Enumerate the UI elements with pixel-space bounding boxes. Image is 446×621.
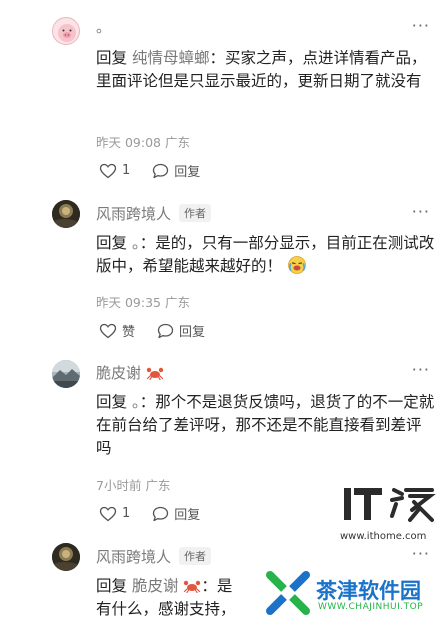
reply-button[interactable]: 回复 [152, 161, 200, 180]
comment-author: 脆皮谢 [96, 362, 164, 383]
author-name[interactable]: 脆皮谢 [96, 364, 141, 382]
heart-icon [99, 323, 117, 338]
author-name[interactable]: 风雨跨境人 [96, 548, 171, 566]
chajin-logo-icon [266, 571, 310, 615]
comment-body: 回复 纯情母蟑螂：买家之声，点进详情看产品，里面评论但是只显示最近的，更新日期了… [96, 47, 436, 93]
comment-body: 回复 。：那个不是退货反馈吗，退货了的不一定就在前台给了差评呀，那不还是不能直接… [96, 391, 436, 460]
comment-body: 回复 。：是的，只有一部分显示，目前正在测试改版中，希望能越来越好的！ [96, 232, 436, 278]
author-name[interactable]: 风雨跨境人 [96, 205, 171, 223]
comment-body: 回复 脆皮谢 ：是 有什么，感谢支持， [96, 575, 266, 621]
mention-colon: ： [139, 234, 156, 252]
chajin-name: 茶津软件园 [316, 579, 421, 603]
mountain-avatar-icon [52, 360, 80, 388]
like-button[interactable]: 1 [99, 506, 130, 522]
reply-label: 回复 [174, 165, 201, 180]
heart-icon [99, 506, 117, 521]
speech-bubble-icon [153, 506, 169, 521]
crying-laugh-emoji-icon [288, 256, 306, 274]
chajin-watermark: 茶津软件园 WWW.CHAJINHUI.TOP [258, 566, 446, 619]
speech-bubble-icon [153, 163, 169, 178]
reply-prefix: 回复 [96, 49, 128, 67]
crab-icon [184, 580, 201, 593]
mention-link[interactable]: 纯情母蟑螂 [132, 49, 210, 67]
reply-button[interactable]: 回复 [152, 504, 200, 523]
reply-button[interactable]: 回复 [157, 321, 205, 340]
mention-colon: ： [209, 49, 225, 67]
comment-time: 7小时前 [96, 478, 142, 493]
comment-meta: 7小时前 广东 [96, 475, 170, 494]
comment-time: 昨天 09:35 [96, 295, 161, 310]
heart-icon [99, 163, 117, 178]
like-count: 1 [122, 163, 131, 178]
reply-label: 回复 [174, 508, 201, 523]
more-options-icon[interactable]: ··· [412, 544, 430, 563]
comment-actions: 1 回复 [99, 161, 222, 180]
chajin-url: WWW.CHAJINHUI.TOP [318, 602, 424, 612]
reply-prefix: 回复 [96, 577, 128, 595]
ithome-logo-icon [344, 488, 436, 522]
avatar[interactable] [52, 543, 80, 571]
like-button[interactable]: 1 [99, 163, 130, 179]
landscape-avatar-icon [52, 200, 80, 228]
avatar[interactable] [52, 17, 80, 45]
mention-link[interactable]: 脆皮谢 [132, 577, 179, 595]
avatar[interactable] [52, 360, 80, 388]
comment-author: 风雨跨境人 作者 [96, 546, 212, 567]
comment-author[interactable]: 。 [96, 16, 111, 37]
avatar[interactable] [52, 200, 80, 228]
comment-actions: 赞 回复 [99, 321, 227, 340]
more-options-icon[interactable]: ··· [412, 360, 430, 379]
author-badge: 作者 [179, 204, 212, 222]
pig-avatar-icon [58, 24, 76, 42]
like-button[interactable]: 赞 [99, 321, 135, 340]
comment-location: 广东 [164, 135, 190, 150]
landscape-avatar-icon [52, 543, 80, 571]
reply-prefix: 回复 [96, 234, 128, 252]
like-count: 1 [122, 506, 131, 521]
ithome-url: www.ithome.com [340, 531, 427, 542]
comment-text: 有什么，感谢支持， [96, 600, 236, 618]
mention-colon: ： [139, 393, 156, 411]
mention-link[interactable]: 。 [132, 234, 140, 252]
mention-link[interactable]: 。 [132, 393, 140, 411]
reply-label: 回复 [179, 325, 206, 340]
comment-location: 广东 [145, 478, 171, 493]
comment-location: 广东 [164, 295, 190, 310]
mention-colon: ：是 [201, 577, 233, 595]
ithome-watermark: www.ithome.com [340, 482, 440, 542]
more-options-icon[interactable]: ··· [412, 202, 430, 221]
more-options-icon[interactable]: ··· [412, 16, 430, 35]
like-label: 赞 [122, 325, 136, 340]
author-badge: 作者 [179, 547, 212, 565]
crab-icon [146, 367, 163, 380]
comment-author: 风雨跨境人 作者 [96, 203, 212, 224]
comment-meta: 昨天 09:08 广东 [96, 132, 190, 151]
speech-bubble-icon [157, 323, 174, 338]
comment-meta: 昨天 09:35 广东 [96, 292, 190, 311]
comment-actions: 1 回复 [99, 504, 222, 523]
comment-time: 昨天 09:08 [96, 135, 161, 150]
reply-prefix: 回复 [96, 393, 128, 411]
